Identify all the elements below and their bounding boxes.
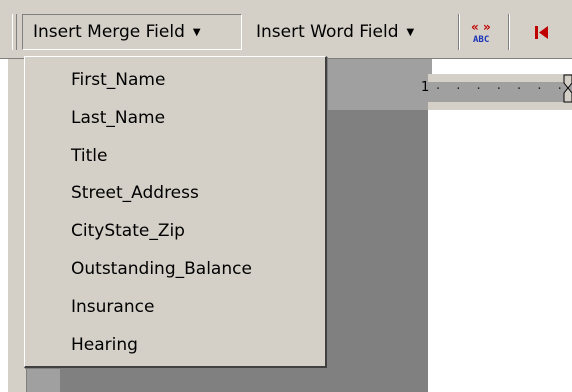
merge-field-item[interactable]: Last_Name [71, 101, 165, 135]
merge-field-item[interactable]: CityState_Zip [71, 214, 185, 248]
document-page[interactable] [428, 110, 572, 392]
view-merged-data-icon[interactable]: « » ABC [468, 20, 498, 46]
merge-field-item[interactable]: Insurance [71, 290, 154, 324]
indent-marker-icon[interactable] [563, 74, 572, 104]
ruler-ticks: · · · · · · · [436, 82, 568, 97]
toolbar-separator [508, 14, 510, 50]
chevron-down-icon: ▼ [192, 26, 201, 38]
merge-field-item[interactable]: Hearing [71, 328, 138, 362]
merge-field-dropdown: First_Name Last_Name Title Street_Address Ci… [24, 56, 327, 368]
insert-word-field-label: Insert Word Field [256, 22, 399, 42]
insert-merge-field-label: Insert Merge Field [33, 22, 185, 42]
insert-word-field-button[interactable]: Insert Word Field ▼ [246, 14, 454, 50]
view-merged-data-icon-text: ABC [473, 35, 489, 45]
mail-merge-toolbar: Insert Merge Field ▼ Insert Word Field ▼… [0, 0, 572, 59]
toolbar-grip[interactable] [12, 14, 17, 50]
chevron-down-icon: ▼ [406, 26, 415, 38]
merge-field-item[interactable]: Outstanding_Balance [71, 252, 252, 286]
word-window: Insert Merge Field ▼ Insert Word Field ▼… [0, 0, 572, 392]
first-record-icon[interactable] [530, 20, 560, 46]
toolbar-separator [458, 14, 460, 50]
insert-merge-field-button[interactable]: Insert Merge Field ▼ [22, 14, 242, 50]
svg-text:»: » [483, 20, 491, 34]
merge-field-item[interactable]: Title [71, 139, 107, 173]
ruler-number: 1 [421, 80, 430, 95]
merge-field-item[interactable]: First_Name [71, 63, 165, 97]
svg-text:«: « [471, 20, 479, 34]
merge-field-item[interactable]: Street_Address [71, 176, 199, 210]
